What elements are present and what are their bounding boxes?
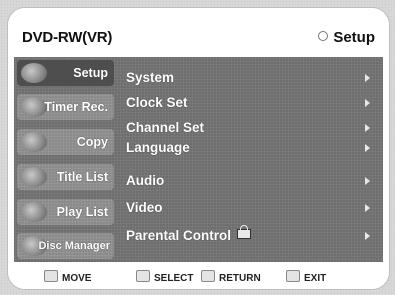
menu-item-video[interactable]: Video — [126, 197, 376, 219]
mode-label: Setup — [333, 29, 375, 46]
setup-menu-list: System Clock Set Channel Set Language Au… — [126, 57, 383, 262]
button-hint-bar: MOVE SELECT RETURN EXIT — [8, 263, 389, 289]
mode-ring-icon — [318, 31, 329, 41]
sidebar-item-label: Disc Manager — [38, 240, 110, 252]
menu-item-label: Channel Set — [126, 120, 205, 135]
menu-item-audio[interactable]: Audio — [126, 170, 376, 192]
menu-item-label: Video — [126, 200, 163, 215]
copy-icon — [21, 132, 47, 152]
sidebar-item-disc-manager[interactable]: Disc Manager — [17, 233, 114, 259]
sidebar-item-timer-rec[interactable]: Timer Rec. — [17, 94, 114, 120]
parental-control-label: Parental Control — [126, 228, 232, 243]
chevron-right-icon — [365, 204, 370, 212]
hint-select-label: SELECT — [154, 273, 194, 284]
return-icon — [201, 270, 215, 282]
sidebar-item-label: Play List — [56, 205, 108, 219]
select-icon — [136, 270, 150, 282]
hint-move-label: MOVE — [62, 273, 92, 284]
menu-item-label: Language — [126, 140, 190, 155]
sidebar-item-play-list[interactable]: Play List — [17, 199, 114, 225]
hint-return: RETURN — [201, 270, 261, 284]
hint-move: MOVE — [44, 270, 91, 284]
sidebar: Setup Timer Rec. Copy Title List Play Li… — [14, 57, 117, 262]
sidebar-item-setup[interactable]: Setup — [17, 60, 114, 86]
chevron-right-icon — [365, 144, 370, 152]
chevron-right-icon — [365, 99, 370, 107]
chevron-right-icon — [365, 124, 370, 132]
sidebar-item-copy[interactable]: Copy — [17, 129, 114, 155]
exit-icon — [286, 270, 300, 282]
chevron-right-icon — [365, 74, 370, 82]
hint-exit: EXIT — [286, 270, 326, 284]
chevron-right-icon — [365, 177, 370, 185]
menu-item-label: System — [126, 70, 175, 85]
menu-item-system[interactable]: System — [126, 67, 376, 89]
play-list-icon — [21, 202, 47, 222]
sidebar-item-label: Timer Rec. — [44, 100, 108, 114]
chevron-right-icon — [365, 232, 370, 240]
sidebar-item-label: Copy — [76, 135, 108, 149]
menu-item-label: Audio — [126, 173, 165, 188]
sidebar-item-label: Title List — [56, 170, 108, 184]
menu-item-label: Parental Control — [126, 225, 252, 243]
menu-item-channel-set[interactable]: Channel Set — [126, 117, 376, 139]
mode-indicator: Setup — [318, 29, 375, 46]
move-icon — [44, 270, 58, 282]
menu-item-clock-set[interactable]: Clock Set — [126, 92, 376, 114]
menu-item-language[interactable]: Language — [126, 137, 376, 159]
disc-type-title: DVD-RW(VR) — [22, 29, 113, 46]
sidebar-item-title-list[interactable]: Title List — [17, 164, 114, 190]
setup-icon — [21, 63, 47, 83]
hint-exit-label: EXIT — [304, 273, 327, 284]
dvd-setup-screen: DVD-RW(VR) Setup Setup Timer Rec. Copy T… — [7, 7, 390, 290]
menu-item-label: Clock Set — [126, 95, 188, 110]
menu-item-parental-control[interactable]: Parental Control — [126, 225, 376, 247]
header-bar: DVD-RW(VR) Setup — [8, 8, 389, 56]
lock-icon — [237, 225, 252, 239]
title-list-icon — [21, 167, 47, 187]
sidebar-item-label: Setup — [73, 66, 108, 80]
menu-panel: Setup Timer Rec. Copy Title List Play Li… — [14, 57, 383, 262]
hint-return-label: RETURN — [219, 273, 261, 284]
hint-select: SELECT — [136, 270, 193, 284]
